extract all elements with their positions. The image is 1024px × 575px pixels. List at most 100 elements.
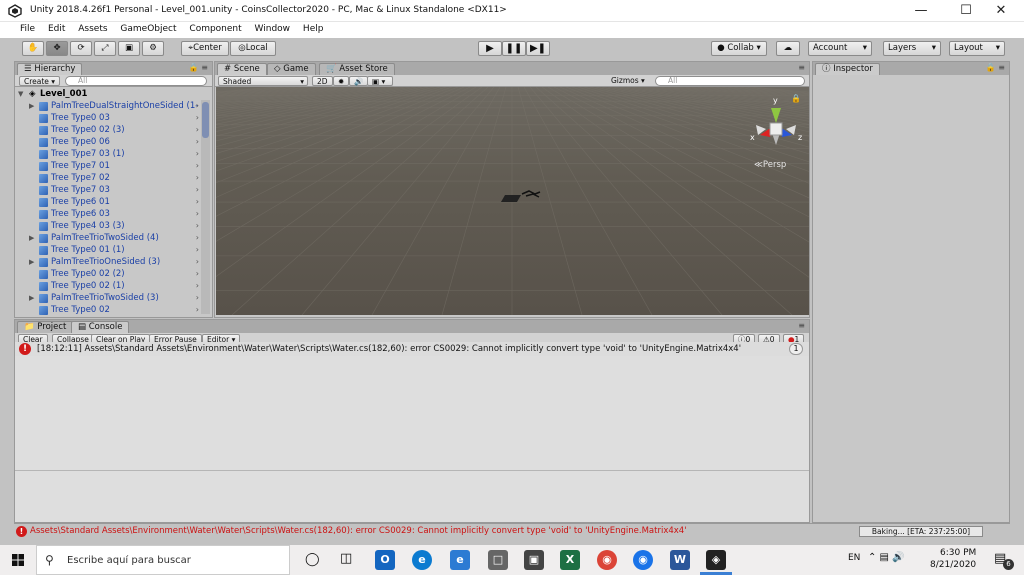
prefab-open-chevron-icon[interactable]: › bbox=[196, 160, 199, 172]
inspector-menu-icon[interactable]: 🔒 ≡ bbox=[986, 63, 1005, 72]
hierarchy-item[interactable]: ▶ PalmTreeTrioOneSided (3) › bbox=[15, 256, 199, 268]
prefab-open-chevron-icon[interactable]: › bbox=[196, 112, 199, 124]
word-icon[interactable]: W bbox=[670, 550, 690, 570]
scene-panel-menu-icon[interactable]: ≡ bbox=[798, 63, 805, 72]
account-dropdown[interactable]: Account ▾ bbox=[808, 41, 872, 56]
hierarchy-search-input[interactable]: All bbox=[65, 76, 207, 86]
excel-icon[interactable]: X bbox=[560, 550, 580, 570]
pivot-center-button[interactable]: ⌖Center bbox=[181, 41, 229, 56]
store-icon[interactable]: ▣ bbox=[524, 550, 544, 570]
minimize-button[interactable]: — bbox=[906, 2, 936, 20]
close-button[interactable]: ✕ bbox=[986, 2, 1016, 20]
menu-file[interactable]: File bbox=[20, 22, 35, 34]
hierarchy-item[interactable]: Tree Type0 02 › bbox=[15, 304, 199, 316]
status-message[interactable]: Assets\Standard Assets\Environment\Water… bbox=[30, 526, 687, 536]
cloud-icon[interactable]: ☁ bbox=[776, 41, 800, 56]
scene-viewport[interactable]: y x z 🔒 ≪Persp bbox=[216, 87, 809, 315]
tab-console[interactable]: ▤ Console bbox=[71, 321, 130, 333]
prefab-open-chevron-icon[interactable]: › bbox=[196, 196, 199, 208]
persp-label[interactable]: ≪Persp bbox=[754, 160, 786, 170]
console-entry[interactable]: ! [18:12:11] Assets\Standard Assets\Envi… bbox=[15, 342, 809, 356]
hierarchy-item[interactable]: Tree Type0 02 (2) › bbox=[15, 268, 199, 280]
tab-hierarchy[interactable]: ☰ Hierarchy bbox=[17, 63, 83, 75]
menu-help[interactable]: Help bbox=[303, 22, 324, 34]
step-button[interactable]: ▶❚ bbox=[526, 41, 550, 56]
pause-button[interactable]: ❚❚ bbox=[502, 41, 526, 56]
prefab-open-chevron-icon[interactable]: › bbox=[196, 256, 199, 268]
expand-arrow-icon[interactable]: ▶ bbox=[29, 232, 34, 244]
hierarchy-item[interactable]: ▶ PalmTreeDualStraightOneSided (1- › bbox=[15, 100, 199, 112]
menu-gameobject[interactable]: GameObject bbox=[120, 22, 176, 34]
console-divider[interactable] bbox=[15, 470, 809, 471]
hierarchy-item[interactable]: Tree Type6 03 › bbox=[15, 208, 199, 220]
gizmos-dropdown[interactable]: Gizmos ▾ bbox=[607, 76, 651, 86]
hierarchy-item[interactable]: Tree Type0 01 (1) › bbox=[15, 244, 199, 256]
prefab-open-chevron-icon[interactable]: › bbox=[196, 172, 199, 184]
tab-project[interactable]: 📁 Project bbox=[17, 321, 74, 333]
orientation-gizmo[interactable]: y x z bbox=[746, 93, 806, 163]
clock-time[interactable]: 6:30 PM bbox=[940, 548, 976, 558]
prefab-open-chevron-icon[interactable]: › bbox=[196, 268, 199, 280]
pivot-local-button[interactable]: ◎Local bbox=[230, 41, 276, 56]
expand-arrow-icon[interactable]: ▶ bbox=[29, 292, 34, 304]
hierarchy-item[interactable]: Tree Type7 03 › bbox=[15, 184, 199, 196]
tab-inspector[interactable]: ⓘ Inspector bbox=[815, 63, 880, 75]
effects-dropdown-icon[interactable]: ▣ ▾ bbox=[367, 76, 393, 86]
ie-icon[interactable]: e bbox=[450, 550, 470, 570]
task-view-icon[interactable]: ◫ bbox=[340, 551, 352, 566]
chrome-alt-icon[interactable]: ◉ bbox=[633, 550, 653, 570]
expand-arrow-icon[interactable]: ▶ bbox=[29, 100, 34, 112]
prefab-open-chevron-icon[interactable]: › bbox=[196, 280, 199, 292]
outlook-icon[interactable]: O bbox=[375, 550, 395, 570]
hierarchy-item[interactable]: ▶ PalmTreeTrioTwoSided (4) › bbox=[15, 232, 199, 244]
tab-asset-store[interactable]: 🛒 Asset Store bbox=[319, 63, 395, 75]
chrome-icon[interactable]: ◉ bbox=[597, 550, 617, 570]
prefab-open-chevron-icon[interactable]: › bbox=[196, 124, 199, 136]
system-tray-icons[interactable]: ⌃ ▤ 🔊 bbox=[868, 552, 905, 563]
prefab-open-chevron-icon[interactable]: › bbox=[196, 292, 199, 304]
hierarchy-item[interactable]: ▶ PalmTreeTrioTwoSided (3) › bbox=[15, 292, 199, 304]
create-button[interactable]: Create ▾ bbox=[19, 76, 61, 86]
prefab-open-chevron-icon[interactable]: › bbox=[196, 208, 199, 220]
menu-edit[interactable]: Edit bbox=[48, 22, 65, 34]
play-button[interactable]: ▶ bbox=[478, 41, 502, 56]
menu-window[interactable]: Window bbox=[255, 22, 291, 34]
move-tool-icon[interactable]: ✥ bbox=[46, 41, 68, 56]
layers-dropdown[interactable]: Layers ▾ bbox=[883, 41, 941, 56]
windows-start-icon[interactable] bbox=[12, 554, 24, 566]
lighting-toggle-icon[interactable]: ✹ bbox=[333, 76, 350, 86]
layout-dropdown[interactable]: Layout ▾ bbox=[949, 41, 1005, 56]
scene-object-cluster[interactable] bbox=[521, 189, 541, 198]
edge-icon[interactable]: e bbox=[412, 550, 432, 570]
scene-search-input[interactable]: All bbox=[655, 76, 805, 86]
hierarchy-item[interactable]: Tree Type0 06 › bbox=[15, 136, 199, 148]
shading-dropdown[interactable]: Shaded ▾ bbox=[218, 76, 308, 86]
tab-scene[interactable]: # Scene bbox=[217, 63, 267, 75]
hierarchy-item[interactable]: Tree Type7 02 › bbox=[15, 172, 199, 184]
prefab-open-chevron-icon[interactable]: › bbox=[196, 244, 199, 256]
language-indicator[interactable]: EN bbox=[848, 553, 860, 563]
rect-tool-icon[interactable]: ▣ bbox=[118, 41, 140, 56]
rotate-tool-icon[interactable]: ⟳ bbox=[70, 41, 92, 56]
prefab-open-chevron-icon[interactable]: › bbox=[196, 184, 199, 196]
prefab-open-chevron-icon[interactable]: › bbox=[196, 136, 199, 148]
prefab-open-chevron-icon[interactable]: › bbox=[196, 220, 199, 232]
scene-root-row[interactable]: ▼ ◈ Level_001 bbox=[15, 88, 199, 100]
menu-assets[interactable]: Assets bbox=[78, 22, 107, 34]
hierarchy-item[interactable]: Tree Type6 01 › bbox=[15, 196, 199, 208]
prefab-open-chevron-icon[interactable]: › bbox=[196, 148, 199, 160]
transform-tool-icon[interactable]: ⚙ bbox=[142, 41, 164, 56]
prefab-open-chevron-icon[interactable]: › bbox=[196, 304, 199, 316]
baking-progress[interactable]: Baking... [ETA: 237:25:00] bbox=[859, 526, 983, 537]
panel-menu-icon[interactable]: 🔒 ≡ bbox=[189, 63, 208, 72]
maximize-button[interactable]: ☐ bbox=[951, 2, 981, 20]
console-menu-icon[interactable]: ≡ bbox=[798, 321, 805, 330]
hierarchy-item[interactable]: Tree Type0 02 (1) › bbox=[15, 280, 199, 292]
hierarchy-scrollbar[interactable] bbox=[201, 100, 210, 314]
scale-tool-icon[interactable]: ⤢ bbox=[94, 41, 116, 56]
audio-toggle-icon[interactable]: 🔊 bbox=[349, 76, 369, 86]
file-explorer-icon[interactable]: □ bbox=[488, 550, 508, 570]
prefab-open-chevron-icon[interactable]: › bbox=[196, 232, 199, 244]
collab-button[interactable]: ● Collab ▾ bbox=[711, 41, 767, 56]
hierarchy-item[interactable]: Tree Type0 02 (3) › bbox=[15, 124, 199, 136]
